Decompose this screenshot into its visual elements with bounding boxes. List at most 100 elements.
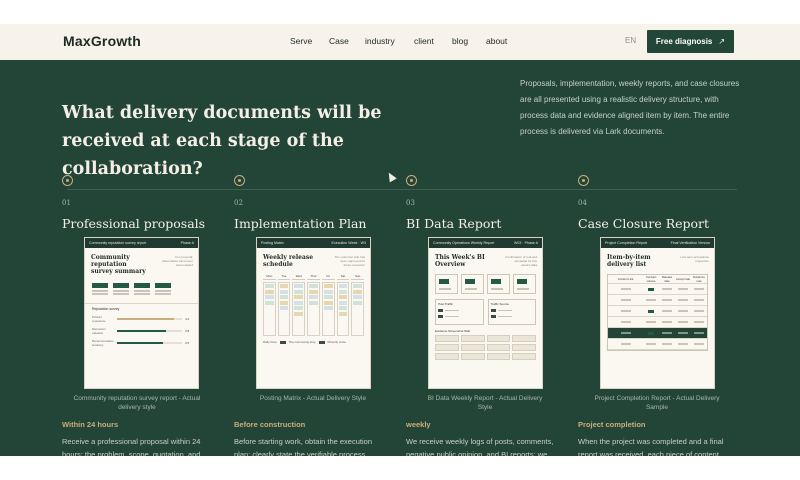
doc-title: Community reputation survey summary	[91, 254, 146, 275]
calendar-day-header: Wed	[292, 274, 306, 280]
delivery-documents-section: What delivery documents will be received…	[0, 60, 800, 456]
delivery-list-table: Content Link Contract volume Release date A…	[607, 274, 708, 351]
free-diagnosis-button[interactable]: Free diagnosis ↗	[647, 30, 734, 53]
bar-label: Recommendation tendency	[92, 339, 114, 347]
step-body: We receive weekly logs of posts, comment…	[406, 437, 554, 456]
site-header: MaxGrowth Serve Case industry client blo…	[0, 24, 800, 60]
closure-document-preview[interactable]: Project Completion Report Final Verificat…	[600, 237, 715, 389]
step-number: 03	[406, 199, 415, 207]
table-row	[608, 295, 707, 306]
bar-track	[117, 329, 182, 333]
step-subhead: Project completion	[578, 420, 646, 429]
table-header-cell: Evidence note	[693, 275, 705, 283]
nav-item-case[interactable]: Case	[329, 36, 349, 46]
implementation-document-preview[interactable]: Posting Matrix Execution Week · W3 Weekly…	[256, 237, 371, 389]
table-header-cell: Release date	[661, 275, 673, 283]
table-header: Content Link Contract volume Release date A…	[608, 275, 707, 284]
table-row	[608, 306, 707, 317]
bar-value: 3.5	[185, 341, 190, 345]
bi-kpi-box	[461, 274, 484, 294]
logo[interactable]: MaxGrowth	[63, 33, 141, 49]
reputation-bars: Product experience 4.4 Discussion valuatio…	[85, 315, 198, 347]
bar-row: Discussion valuation 3.8	[85, 327, 198, 335]
calendar-day-header: Thur	[307, 274, 320, 280]
nav-item-industry[interactable]: industry	[365, 36, 395, 46]
bi-kpi-box	[513, 274, 536, 294]
nav-item-blog[interactable]: blog	[452, 36, 468, 46]
doc-side-note: For proposal; deliverables have been acc…	[162, 255, 193, 267]
doc-header-left: Posting Matrix	[261, 241, 284, 245]
calendar-day-column	[263, 282, 276, 336]
doc-side-note: Combination of real and simulated for th…	[505, 255, 537, 267]
bi-report-document-preview[interactable]: Community Operations Weekly Report W03 · …	[428, 237, 543, 389]
calendar-day-column	[351, 282, 364, 336]
calendar-day-header: Tue	[277, 274, 291, 280]
doc-caption: BI Data Weekly Report - Actual Delivery …	[427, 395, 543, 411]
evidence-wall	[429, 333, 542, 362]
timeline-dot	[406, 175, 417, 186]
nav-item-serve[interactable]: Serve	[290, 36, 312, 46]
step-title: Professional proposals	[62, 216, 206, 231]
doc-side-note: The customer side has been approved for …	[334, 255, 365, 267]
bi-cards: Post Traffic Traffic Source	[429, 294, 542, 325]
doc-header-left: Project Completion Report	[605, 241, 648, 245]
bar-value: 3.8	[185, 329, 190, 333]
timeline-dot	[234, 175, 245, 186]
nav-item-client[interactable]: client	[414, 36, 434, 46]
step-subhead: weekly	[406, 420, 431, 429]
proposal-document-preview[interactable]: Community reputation survey report Phase …	[84, 237, 199, 389]
table-row	[608, 339, 707, 350]
calendar-day-column	[292, 282, 306, 336]
bar-value: 4.4	[185, 317, 190, 321]
bar-track	[117, 341, 182, 345]
calendar-day-header: Mon	[263, 274, 276, 280]
bar-track	[117, 317, 182, 321]
step-body: When the project was completed and a fin…	[578, 437, 724, 456]
table-header-cell: Contract volume	[645, 275, 657, 283]
calendar-day-header: Fri	[321, 274, 335, 280]
calendar-day-column	[277, 282, 291, 336]
table-row	[608, 317, 707, 328]
bar-fill	[117, 341, 163, 345]
arrow-up-right-icon: ↗	[718, 37, 726, 46]
doc-header-right: W03 · Phase A	[514, 241, 538, 245]
bi-card-traffic-source: Traffic Source	[487, 299, 536, 325]
legend-community-loop: The community loop	[288, 340, 316, 344]
bi-card-post-traffic: Post Traffic	[435, 299, 484, 325]
top-margin	[0, 0, 800, 24]
doc-section-label: Reputation survey	[85, 303, 198, 311]
calendar-day-column	[321, 282, 335, 336]
legend-minority-voice: Minority voice	[327, 340, 346, 344]
doc-title: Item-by-item delivery list	[607, 254, 651, 268]
step-number: 01	[62, 199, 71, 207]
bi-kpi-box	[487, 274, 510, 294]
doc-header-left: Community Operations Weekly Report	[433, 241, 495, 245]
weekly-calendar: Mon Tue Wed Thur Fri Sat Sun	[257, 268, 370, 336]
doc-side-note: Line-item acceptance inspection	[680, 255, 709, 263]
step-body: Receive a professional proposal within 2…	[62, 437, 201, 456]
calendar-legend: Daily Post The community loop Minority v…	[257, 336, 370, 348]
bar-row: Product experience 4.4	[85, 315, 198, 323]
bi-card-label: Traffic Source	[490, 302, 510, 306]
doc-caption: Community reputation survey report - Act…	[73, 395, 201, 411]
step-title: Implementation Plan	[234, 216, 367, 231]
step-subhead: Within 24 hours	[62, 420, 119, 429]
doc-header-right: Phase A	[180, 241, 194, 245]
step-number: 02	[234, 199, 243, 207]
calendar-day-column	[307, 282, 320, 336]
doc-header-left: Community reputation survey report	[89, 241, 147, 245]
cta-label: Free diagnosis	[655, 37, 713, 46]
language-switch[interactable]: EN	[625, 36, 636, 45]
bi-card-label: Post Traffic	[438, 302, 453, 306]
doc-header-right: Final Verification Version	[670, 241, 710, 245]
bar-row: Recommendation tendency 3.5	[85, 339, 198, 347]
doc-title: This Week's BI Overview	[435, 254, 485, 268]
table-row	[608, 328, 707, 339]
doc-title: Weekly release schedule	[263, 254, 314, 268]
doc-caption: Project Completion Report - Actual Deliv…	[594, 395, 720, 411]
bi-kpi-box	[435, 274, 458, 294]
step-number: 04	[578, 199, 587, 207]
nav-item-about[interactable]: about	[486, 36, 507, 46]
timeline-dot	[62, 175, 73, 186]
table-header-cell: Content Link	[617, 277, 634, 281]
